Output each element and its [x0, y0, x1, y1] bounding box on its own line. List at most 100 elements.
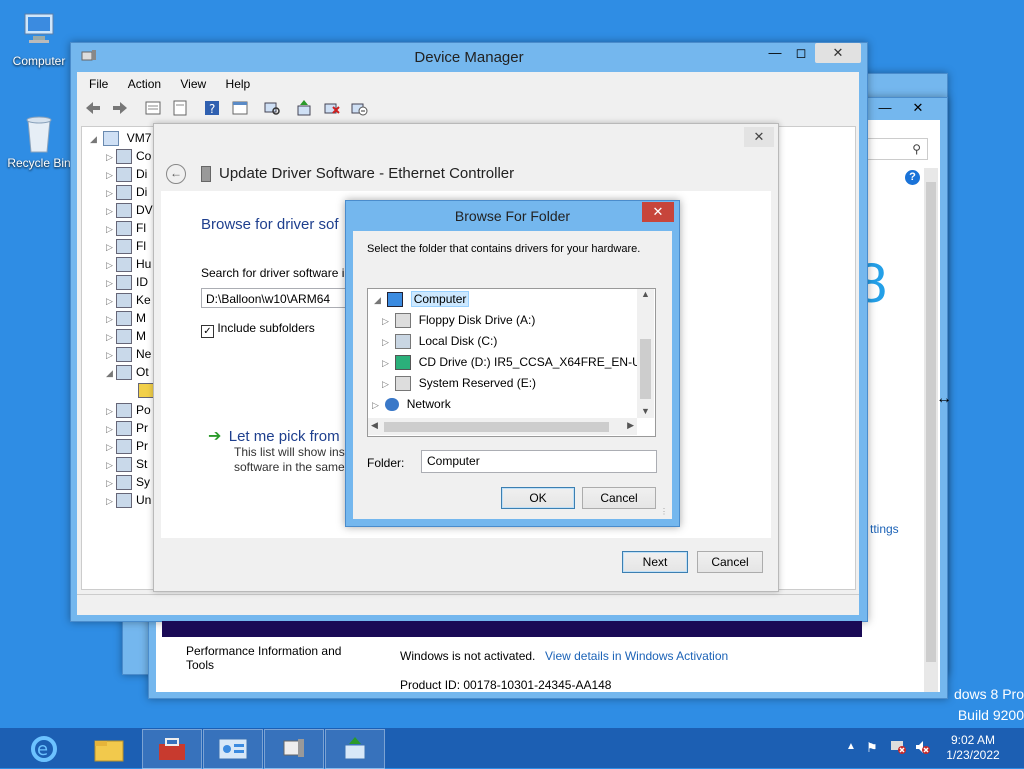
help-icon[interactable]: ?: [905, 170, 920, 185]
vertical-scrollbar[interactable]: [924, 168, 938, 692]
expand-arrow-icon[interactable]: ▷: [106, 438, 116, 456]
close-button[interactable]: ✕: [642, 202, 674, 222]
expand-arrow-icon[interactable]: ▷: [382, 375, 392, 393]
network-status-icon[interactable]: [890, 739, 906, 755]
tree-category[interactable]: ▷ DV: [106, 201, 153, 219]
tree-category[interactable]: ▷ Di: [106, 183, 147, 201]
maximize-button[interactable]: ◻: [787, 43, 815, 63]
tree-category[interactable]: ▷ Ke: [106, 291, 151, 309]
desktop-icon-computer[interactable]: Computer: [2, 10, 76, 68]
scroll-up-icon[interactable]: ▲: [637, 289, 654, 299]
expand-arrow-icon[interactable]: ▷: [106, 220, 116, 238]
show-hidden-icons-icon[interactable]: ▲: [846, 741, 856, 752]
back-button[interactable]: ←: [166, 164, 186, 184]
expand-arrow-icon[interactable]: ▷: [106, 328, 116, 346]
search-icon[interactable]: ⚲: [912, 139, 921, 159]
collapse-arrow-icon[interactable]: ◢: [374, 291, 384, 309]
resize-grip-icon[interactable]: ⋮: [660, 507, 668, 516]
expand-arrow-icon[interactable]: ▷: [382, 354, 392, 371]
forward-arrow-icon[interactable]: [111, 99, 129, 117]
expand-arrow-icon[interactable]: ▷: [106, 310, 116, 328]
expand-arrow-icon[interactable]: ▷: [372, 396, 382, 414]
tree-category[interactable]: ▷ Di: [106, 165, 147, 183]
update-driver-icon[interactable]: [295, 99, 313, 117]
tree-category[interactable]: ▷ Co: [106, 147, 151, 165]
cancel-button[interactable]: Cancel: [697, 551, 763, 573]
driver-path-input[interactable]: D:\Balloon\w10\ARM64: [201, 288, 361, 308]
tree-category[interactable]: ▷ Ne: [106, 345, 151, 363]
scroll-left-icon[interactable]: ◀: [371, 420, 378, 431]
scroll-right-icon[interactable]: ▶: [627, 420, 634, 431]
expand-arrow-icon[interactable]: ▷: [106, 148, 116, 166]
menu-help[interactable]: Help: [218, 73, 259, 95]
pick-option[interactable]: ➔ Let me pick from: [208, 426, 340, 446]
desktop-icon-recycle-bin[interactable]: Recycle Bin: [2, 112, 76, 170]
console-icon[interactable]: [231, 99, 249, 117]
expand-arrow-icon[interactable]: ▷: [106, 256, 116, 274]
scrollbar-thumb[interactable]: [926, 182, 936, 662]
tree-category[interactable]: ▷ Pr: [106, 437, 148, 455]
taskbar-internet-explorer[interactable]: e: [14, 729, 74, 769]
expand-arrow-icon[interactable]: ▷: [106, 238, 116, 256]
close-button[interactable]: ✕: [895, 98, 941, 118]
expand-arrow-icon[interactable]: ▷: [106, 474, 116, 492]
vertical-scrollbar[interactable]: ▲ ▼: [637, 289, 654, 418]
collapse-arrow-icon[interactable]: ◢: [90, 130, 100, 148]
expand-arrow-icon[interactable]: ▷: [106, 346, 116, 364]
expand-arrow-icon[interactable]: ▷: [106, 402, 116, 420]
menu-view[interactable]: View: [172, 73, 214, 95]
horizontal-scrollbar[interactable]: ◀ ▶: [368, 418, 637, 435]
volume-muted-icon[interactable]: [914, 739, 930, 755]
minimize-button[interactable]: —: [761, 43, 789, 63]
scroll-down-icon[interactable]: ▼: [637, 406, 654, 416]
tree-category[interactable]: ◢ Ot: [106, 363, 149, 381]
help-icon[interactable]: ?: [203, 99, 221, 117]
expand-arrow-icon[interactable]: ▷: [106, 292, 116, 310]
taskbar-toolbox[interactable]: [142, 729, 202, 769]
tree-category[interactable]: ▷ M: [106, 309, 146, 327]
tree-category[interactable]: ▷ Po: [106, 401, 151, 419]
tree-category[interactable]: ▷ Sy: [106, 473, 150, 491]
folder-tree[interactable]: ◢ Computer ▷ Floppy Disk Drive (A:) ▷ Lo…: [367, 288, 656, 437]
tree-category[interactable]: ▷ Pr: [106, 419, 148, 437]
properties-icon[interactable]: [144, 99, 162, 117]
menu-file[interactable]: File: [81, 73, 116, 95]
tree-category[interactable]: ▷ St: [106, 455, 147, 473]
search-input[interactable]: ⚲: [862, 138, 928, 160]
cancel-button[interactable]: Cancel: [582, 487, 656, 509]
uninstall-icon[interactable]: [323, 99, 341, 117]
tree-category[interactable]: ▷ M: [106, 327, 146, 345]
menu-action[interactable]: Action: [120, 73, 169, 95]
show-hide-icon[interactable]: [171, 99, 189, 117]
taskbar-device-manager[interactable]: [264, 729, 324, 769]
ok-button[interactable]: OK: [501, 487, 575, 509]
action-center-flag-icon[interactable]: ⚑: [866, 740, 878, 756]
expand-arrow-icon[interactable]: ▷: [382, 312, 392, 330]
collapse-arrow-icon[interactable]: ◢: [106, 364, 116, 382]
browse-folder-dialog[interactable]: Browse For Folder ✕ Select the folder th…: [345, 200, 680, 527]
taskbar-update-driver[interactable]: [325, 729, 385, 769]
close-button[interactable]: ✕: [815, 43, 861, 63]
perf-info-link[interactable]: Performance Information and Tools: [186, 644, 356, 672]
settings-link[interactable]: ttings: [870, 522, 899, 536]
tree-category[interactable]: ▷ Fl: [106, 237, 146, 255]
scrollbar-thumb[interactable]: [640, 339, 651, 399]
expand-arrow-icon[interactable]: ▷: [106, 492, 116, 510]
tree-node-cd-drive[interactable]: ▷ CD Drive (D:) IR5_CCSA_X64FRE_EN-US_DV: [382, 353, 637, 371]
expand-arrow-icon[interactable]: ▷: [106, 184, 116, 202]
tree-node-local-disk[interactable]: ▷ Local Disk (C:): [382, 332, 497, 350]
folder-input[interactable]: Computer: [421, 450, 657, 473]
tree-root[interactable]: ◢ VM7: [90, 129, 151, 147]
next-button[interactable]: Next: [622, 551, 688, 573]
scrollbar-thumb[interactable]: [384, 422, 609, 432]
tree-node-floppy[interactable]: ▷ Floppy Disk Drive (A:): [382, 311, 535, 329]
taskbar-file-explorer[interactable]: [79, 729, 139, 769]
scan-hardware-icon[interactable]: [263, 99, 281, 117]
tree-category[interactable]: ▷ Fl: [106, 219, 146, 237]
back-arrow-icon[interactable]: [84, 99, 102, 117]
expand-arrow-icon[interactable]: ▷: [106, 456, 116, 474]
expand-arrow-icon[interactable]: ▷: [382, 333, 392, 351]
expand-arrow-icon[interactable]: ▷: [106, 274, 116, 292]
tree-node-network[interactable]: ▷ Network: [372, 395, 451, 413]
enable-device-icon[interactable]: [350, 99, 368, 117]
